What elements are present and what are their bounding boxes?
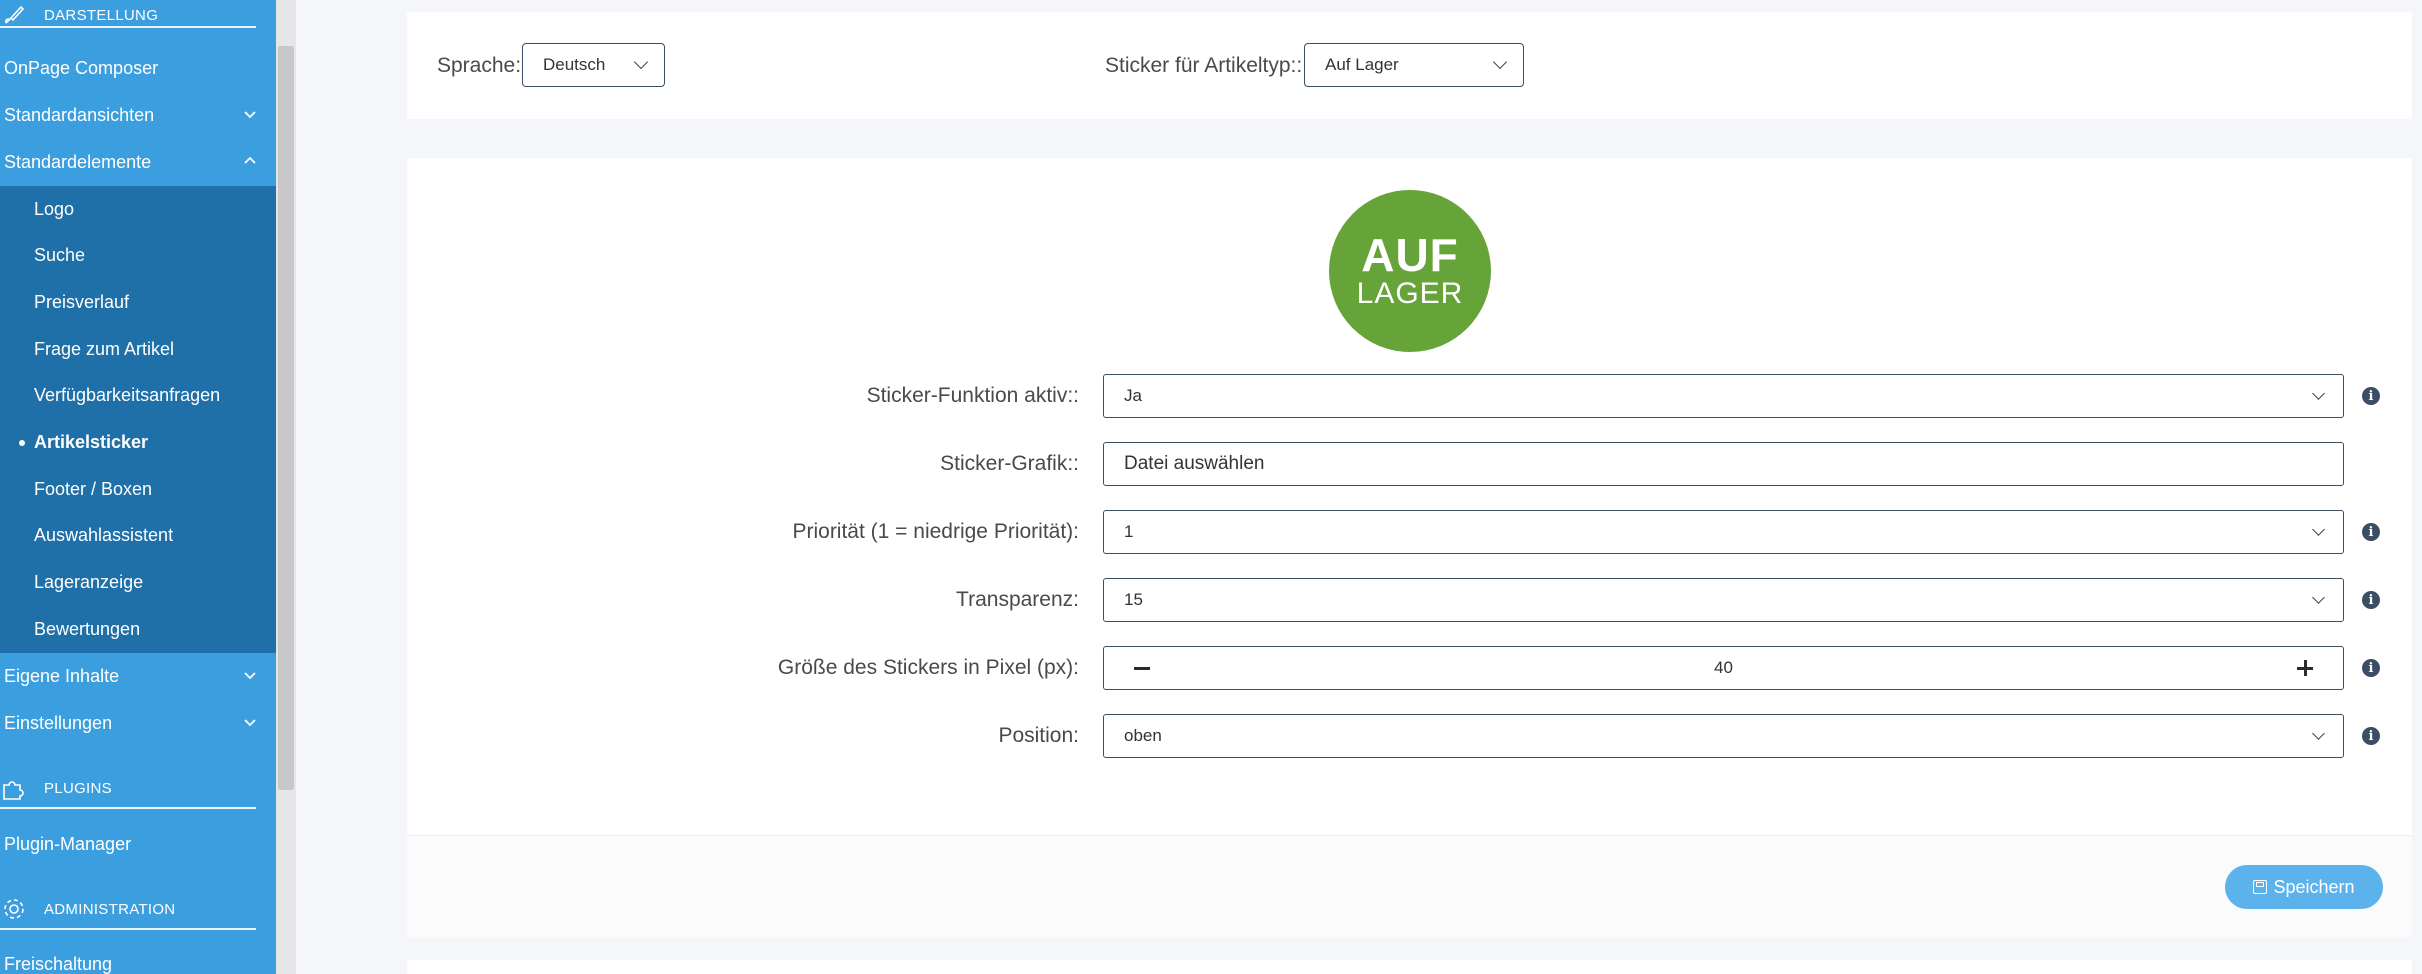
active-select[interactable]: Ja [1103, 374, 2344, 418]
sidebar-subitem-label: Suche [34, 244, 86, 265]
priority-label: Priorität (1 = niedrige Priorität): [792, 520, 1079, 543]
sidebar-item-label: Standardansichten [4, 105, 155, 125]
sidebar-item-onpage-composer[interactable]: OnPage Composer [0, 45, 276, 92]
sidebar-subitem-label: Bewertungen [34, 618, 141, 639]
paintbrush-icon [0, 1, 28, 29]
sidebar-subitem-logo[interactable]: Logo [0, 186, 276, 232]
size-stepper[interactable]: 40 [1103, 646, 2344, 690]
position-select-value: oben [1124, 726, 1162, 745]
graphic-label: Sticker-Grafik:: [940, 452, 1079, 475]
form-footer [407, 835, 2412, 937]
sidebar-item-label: OnPage Composer [4, 58, 159, 78]
sidebar: DARSTELLUNG OnPage Composer Standardansi… [0, 0, 276, 974]
size-stepper-value[interactable]: 40 [1714, 658, 1733, 678]
active-select-value: Ja [1124, 386, 1142, 405]
sidebar-item-standardansichten[interactable]: Standardansichten [0, 92, 276, 139]
sticker-type-select[interactable]: Auf Lager [1304, 43, 1524, 87]
info-icon[interactable]: i [2362, 523, 2380, 541]
active-indicator [19, 440, 25, 446]
sidebar-subitem-label: Logo [34, 198, 75, 219]
sidebar-item-freischaltung[interactable]: Freischaltung [0, 941, 276, 974]
sidebar-subitem-footer-boxen[interactable]: Footer / Boxen [0, 466, 276, 512]
language-label: Sprache: [437, 54, 522, 77]
graphic-file-input[interactable]: Datei auswählen [1103, 442, 2344, 486]
sticker-type-label: Sticker für Artikeltyp:: [1105, 54, 1303, 77]
sidebar-subitem-frage-zum-artikel[interactable]: Frage zum Artikel [0, 326, 276, 372]
sidebar-subitem-suche[interactable]: Suche [0, 232, 276, 278]
puzzle-icon [0, 774, 28, 802]
info-icon[interactable]: i [2362, 591, 2380, 609]
sidebar-item-standardelemente[interactable]: Standardelemente [0, 139, 276, 186]
sticker-type-select-value: Auf Lager [1325, 55, 1399, 74]
priority-select[interactable]: 1 [1103, 510, 2344, 554]
sidebar-subitem-label: Auswahlassistent [34, 524, 174, 545]
active-label: Sticker-Funktion aktiv:: [866, 384, 1079, 407]
sidebar-subitem-verfuegbarkeitsanfragen[interactable]: Verfügbarkeitsanfragen [0, 372, 276, 418]
sidebar-scrollbar-thumb[interactable] [278, 46, 294, 790]
chevron-down-icon [633, 54, 649, 70]
sidebar-subitem-label: Footer / Boxen [34, 478, 153, 499]
section-administration: ADMINISTRATION [0, 894, 256, 930]
chevron-down-icon [2312, 387, 2325, 400]
size-label: Größe des Stickers in Pixel (px): [777, 656, 1079, 679]
chevron-down-icon [2312, 591, 2325, 604]
save-button[interactable]: Speichern [2225, 865, 2383, 909]
position-select[interactable]: oben [1103, 714, 2344, 758]
info-icon[interactable]: i [2362, 727, 2380, 745]
sidebar-subitem-bewertungen[interactable]: Bewertungen [0, 606, 276, 652]
sidebar-subitem-label: Preisverlauf [34, 291, 130, 312]
info-icon[interactable]: i [2362, 387, 2380, 405]
sidebar-subitem-artikelsticker[interactable]: Artikelsticker [0, 419, 276, 465]
language-select-value: Deutsch [543, 55, 606, 74]
chevron-down-icon [244, 111, 256, 119]
save-icon [2253, 880, 2268, 894]
chevron-down-icon [244, 719, 256, 727]
section-darstellung-label: DARSTELLUNG [44, 6, 159, 24]
sidebar-subitem-label: Artikelsticker [34, 431, 149, 452]
sidebar-item-label: Eigene Inhalte [4, 666, 120, 686]
chevron-down-icon [2312, 727, 2325, 740]
plus-icon[interactable] [2297, 660, 2313, 676]
transparency-select[interactable]: 15 [1103, 578, 2344, 622]
section-plugins-label: PLUGINS [44, 779, 112, 797]
sidebar-item-label: Einstellungen [4, 713, 113, 733]
page-bottom-edge [407, 960, 2412, 974]
submenu-standardelemente: Logo Suche Preisverlauf Frage zum Artike… [0, 186, 276, 653]
chevron-down-icon [1492, 54, 1508, 70]
sidebar-item-einstellungen[interactable]: Einstellungen [0, 700, 276, 747]
section-plugins: PLUGINS [0, 773, 256, 809]
sidebar-subitem-label: Lageranzeige [34, 571, 144, 592]
sidebar-item-label: Standardelemente [4, 152, 152, 172]
sticker-preview-badge: AUF LAGER [1329, 190, 1491, 352]
sidebar-item-plugin-manager[interactable]: Plugin-Manager [0, 821, 276, 868]
sidebar-item-eigene-inhalte[interactable]: Eigene Inhalte [0, 653, 276, 700]
chevron-up-icon [244, 156, 256, 164]
transparency-label: Transparenz: [956, 588, 1079, 611]
chevron-down-icon [244, 672, 256, 680]
sidebar-subitem-preisverlauf[interactable]: Preisverlauf [0, 279, 276, 325]
priority-select-value: 1 [1124, 522, 1134, 541]
transparency-select-value: 15 [1124, 590, 1143, 609]
info-icon[interactable]: i [2362, 659, 2380, 677]
graphic-file-input-value: Datei auswählen [1124, 453, 1265, 474]
sidebar-subitem-label: Verfügbarkeitsanfragen [34, 384, 221, 405]
sidebar-subitem-auswahlassistent[interactable]: Auswahlassistent [0, 512, 276, 558]
sidebar-subitem-lageranzeige[interactable]: Lageranzeige [0, 559, 276, 605]
section-administration-label: ADMINISTRATION [44, 900, 176, 918]
language-select[interactable]: Deutsch [522, 43, 665, 87]
position-label: Position: [998, 724, 1079, 747]
save-button-label: Speichern [2273, 876, 2355, 897]
gear-icon [0, 895, 28, 923]
sidebar-subitem-label: Frage zum Artikel [34, 338, 175, 359]
filter-card: Sprache: Deutsch Sticker für Artikeltyp:… [407, 12, 2412, 119]
section-darstellung: DARSTELLUNG [0, 0, 256, 30]
sidebar-item-label: Plugin-Manager [4, 834, 132, 854]
sticker-preview-line2: LAGER [1356, 277, 1464, 310]
sticker-preview-line1: AUF [1361, 229, 1459, 281]
minus-icon[interactable] [1134, 666, 1150, 670]
chevron-down-icon [2312, 523, 2325, 536]
sidebar-item-label: Freischaltung [4, 954, 113, 974]
